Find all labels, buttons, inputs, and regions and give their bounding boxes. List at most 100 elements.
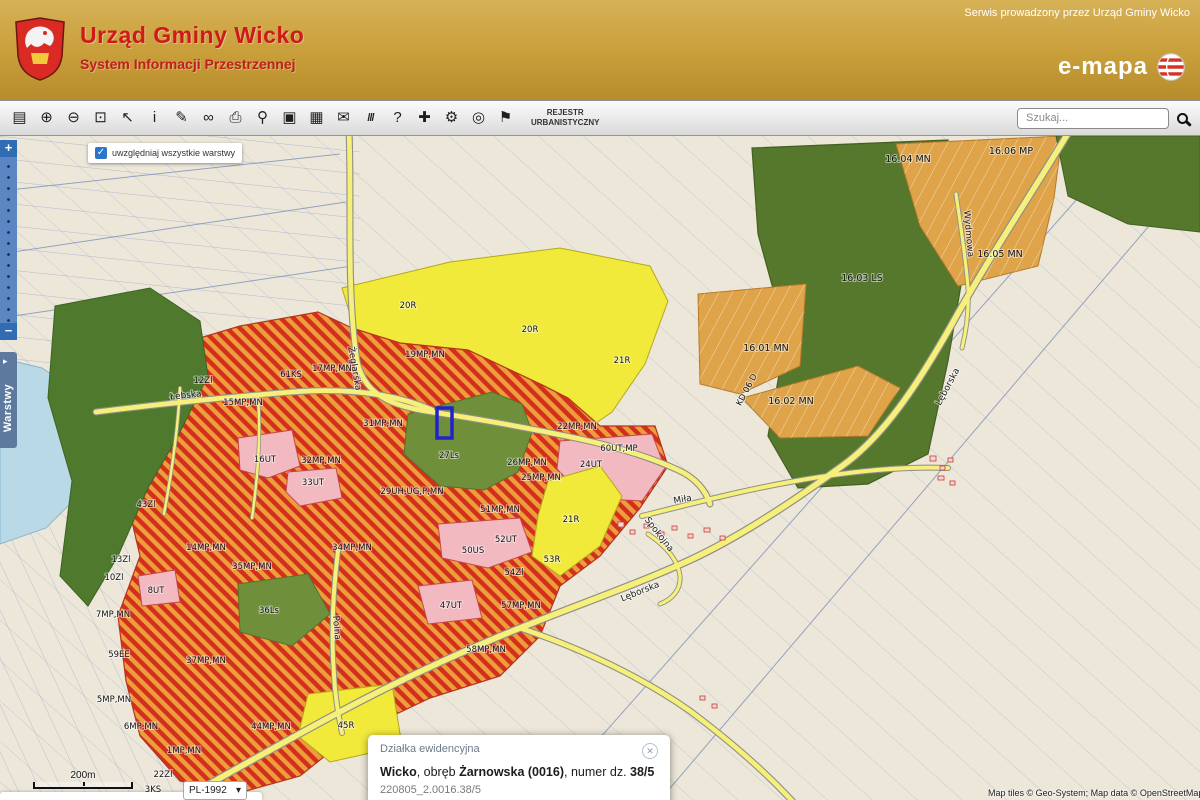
- zone-label: 61KS: [280, 370, 302, 380]
- zone-label: 17MP,MN: [312, 364, 352, 374]
- globe-icon: [1156, 52, 1186, 82]
- hatch-icon[interactable]: ///: [359, 103, 382, 133]
- zoom-extent-icon[interactable]: ⊡: [89, 103, 112, 133]
- search-area: [1017, 108, 1192, 129]
- zone-label: 25MP,MN: [521, 473, 561, 483]
- crs-select[interactable]: PL-1992 ▾: [183, 781, 247, 800]
- zoom-slider[interactable]: [0, 157, 17, 323]
- basemap-svg: ŻeglarskaŁebskaLęborskaLęborskaMiłaPolna…: [0, 136, 1200, 800]
- parcel-info-popup: Działka ewidencyjna ✕ Wicko, obręb Żarno…: [368, 735, 670, 800]
- layers-checkbox-label: uwzględniaj wszystkie warstwy: [112, 148, 235, 158]
- comment-icon[interactable]: ✉: [332, 103, 355, 133]
- zone-label: 10Zl: [104, 573, 123, 583]
- zone-label: 19MP,MN: [405, 350, 445, 360]
- zone-label: 20R: [400, 301, 417, 311]
- zone-label: 34MP,MN: [332, 543, 372, 553]
- layers-checkbox[interactable]: ✓: [95, 147, 107, 159]
- zone-label: 43Zl: [136, 500, 155, 510]
- map-attribution: Map tiles © Geo-System; Map data © OpenS…: [988, 788, 1200, 798]
- zone-label: 7MP,MN: [96, 610, 130, 620]
- map-canvas[interactable]: ŻeglarskaŁebskaLęborskaLęborskaMiłaPolna…: [0, 136, 1200, 800]
- toolbar-icons: ▤⊕⊖⊡↖i✎∞⎙⚲▣▦✉///?✚⚙◎⚑: [8, 103, 517, 133]
- zoom-in-button[interactable]: +: [0, 140, 17, 157]
- zone-label: 47UT: [440, 601, 463, 611]
- chevron-right-icon: ▸: [3, 356, 8, 367]
- zone-label: 21R: [563, 515, 580, 525]
- zone-label: 51MP,MN: [480, 505, 520, 515]
- app-subtitle: System Informacji Przestrzennej: [80, 56, 296, 72]
- zoom-out-button[interactable]: −: [0, 323, 17, 340]
- zone-label: 1MP,MN: [167, 746, 201, 756]
- register-line2: URBANISTYCZNY: [531, 118, 599, 128]
- zone-label: 6MP,MN: [124, 722, 158, 732]
- zoom-in-icon[interactable]: ⊕: [35, 103, 58, 133]
- zoom-out-icon[interactable]: ⊖: [62, 103, 85, 133]
- zone-label: 59EE: [108, 650, 130, 660]
- street-label: Polna: [330, 615, 342, 640]
- zone-label: 13Zl: [111, 555, 130, 565]
- zone-label: 45R: [338, 721, 355, 731]
- zone-label: 32MP,MN: [301, 456, 341, 466]
- zone-label: 44MP,MN: [251, 722, 291, 732]
- measure-icon[interactable]: ✎: [170, 103, 193, 133]
- register-urbanistyczny-button[interactable]: REJESTR URBANISTYCZNY: [531, 108, 599, 127]
- parcel-description: Wicko, obręb Żarnowska (0016), numer dz.…: [380, 765, 658, 779]
- zone-label: 14MP,MN: [186, 543, 226, 553]
- search-input[interactable]: [1017, 108, 1169, 129]
- register-line1: REJESTR: [547, 108, 584, 118]
- coat-of-arms: [14, 17, 66, 81]
- scale-label: 200m: [33, 770, 133, 781]
- zone-label: 16.02 MN: [768, 396, 814, 407]
- all-layers-toggle: ✓ uwzględniaj wszystkie warstwy: [88, 143, 242, 163]
- zone-label: 27Ls: [439, 451, 460, 461]
- close-icon[interactable]: ✕: [642, 743, 658, 759]
- zone-label: 15MP,MN: [223, 398, 263, 408]
- print-icon[interactable]: ⎙: [224, 103, 247, 133]
- zone-label: 33UT: [302, 478, 325, 488]
- header: Urząd Gminy Wicko System Informacji Prze…: [0, 0, 1200, 100]
- search-icon[interactable]: [1177, 113, 1188, 124]
- app-window: Urząd Gminy Wicko System Informacji Prze…: [0, 0, 1200, 800]
- zone-label: 16.04 MN: [885, 154, 931, 165]
- panels-icon[interactable]: ▦: [305, 103, 328, 133]
- zoom-control: + −: [0, 140, 17, 340]
- zone-label: 29UH,UG,P,MN: [380, 487, 443, 497]
- popup-title: Działka ewidencyjna: [380, 743, 480, 755]
- emapa-brand[interactable]: e-mapa: [1058, 52, 1186, 82]
- select-features-icon[interactable]: ▣: [278, 103, 301, 133]
- info-icon[interactable]: i: [143, 103, 166, 133]
- draw-icon[interactable]: ✚: [413, 103, 436, 133]
- emapa-logo-text: e-mapa: [1058, 53, 1148, 81]
- layers-icon[interactable]: ▤: [8, 103, 31, 133]
- zone-label: 50US: [462, 546, 484, 556]
- layers-panel-tab-label: Warstwy: [2, 373, 14, 443]
- zone-label: 54Zl: [504, 568, 523, 578]
- zone-label: 20R: [522, 325, 539, 335]
- zone-label: 60UT,MP: [600, 444, 637, 454]
- layers-panel-tab[interactable]: ▸ Warstwy: [0, 352, 17, 448]
- zone-label: 16UT: [254, 455, 277, 465]
- pointer-icon[interactable]: ↖: [116, 103, 139, 133]
- zone-label: 52UT: [495, 535, 518, 545]
- help-icon[interactable]: ?: [386, 103, 409, 133]
- zone-label: 22MP,MN: [557, 422, 597, 432]
- zone-label: 58MP,MN: [466, 645, 506, 655]
- toolbar: ▤⊕⊖⊡↖i✎∞⎙⚲▣▦✉///?✚⚙◎⚑ REJESTR URBANISTYC…: [0, 100, 1200, 136]
- scale-bar-graphic: [33, 782, 133, 789]
- scale-bar: 200m: [33, 770, 133, 789]
- zone-label: 16.06 MP: [989, 146, 1033, 157]
- settings-icon[interactable]: ⚙: [440, 103, 463, 133]
- crs-value: PL-1992: [189, 785, 227, 796]
- streetview-icon[interactable]: ⚲: [251, 103, 274, 133]
- search-parcel-icon[interactable]: ◎: [467, 103, 490, 133]
- zone-label: 21R: [614, 356, 631, 366]
- zone-label: 5MP,MN: [97, 695, 131, 705]
- zone-label: 36Ls: [259, 606, 280, 616]
- app-title: Urząd Gminy Wicko: [80, 22, 304, 49]
- link-icon[interactable]: ∞: [197, 103, 220, 133]
- zone-label: 35MP,MN: [232, 562, 272, 572]
- parcel-id: 220805_2.0016.38/5: [380, 784, 658, 796]
- flag-icon[interactable]: ⚑: [494, 103, 517, 133]
- zone-label: 16.05 MN: [977, 249, 1023, 260]
- zone-label: 8UT: [148, 586, 166, 596]
